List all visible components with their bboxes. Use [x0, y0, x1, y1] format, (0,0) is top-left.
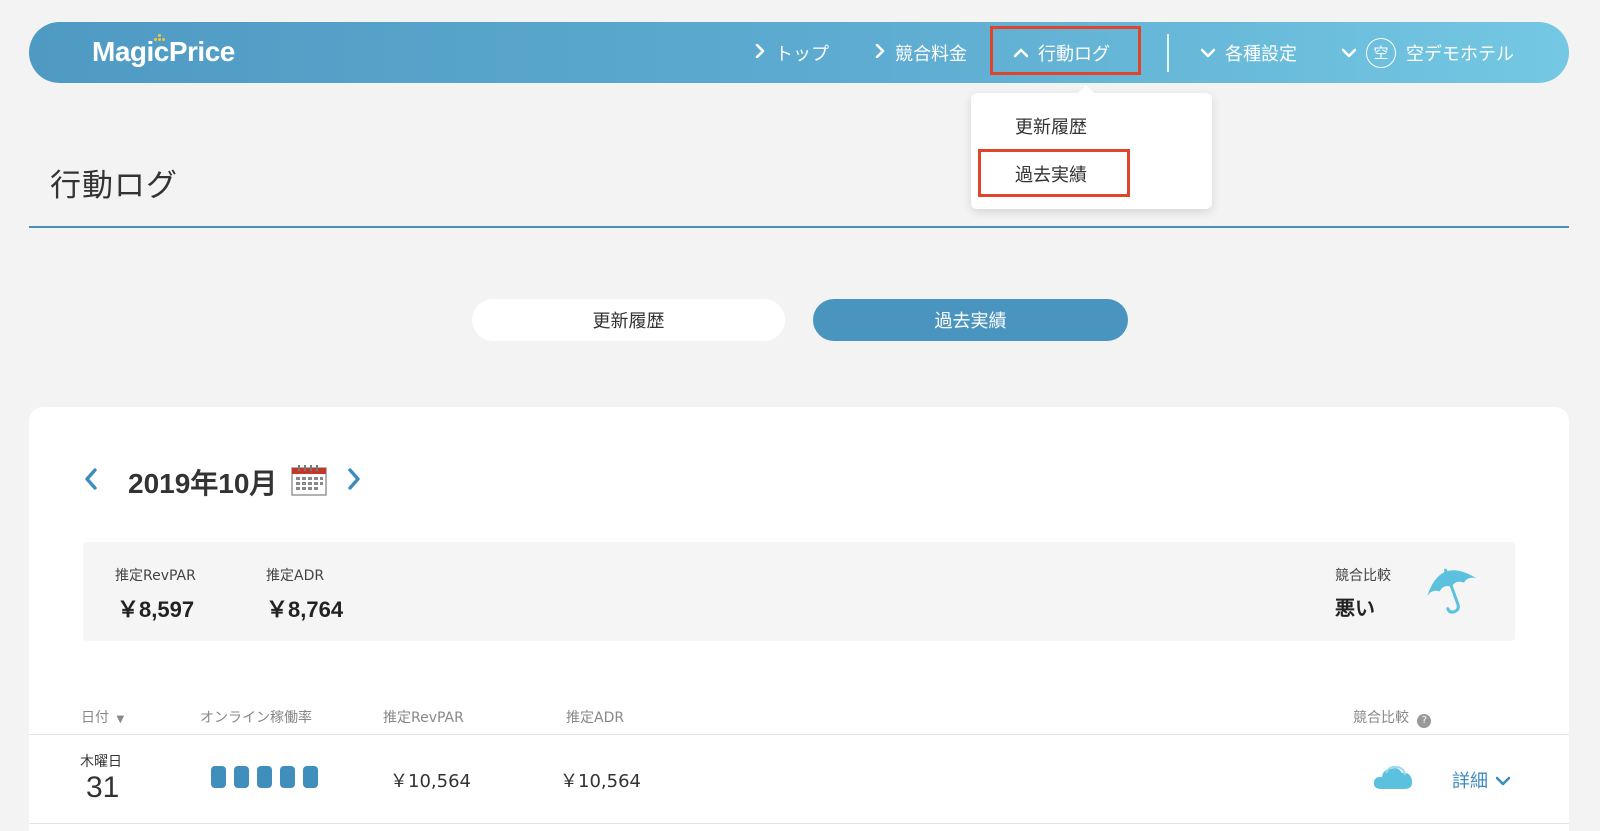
- month-navigator: 2019年10月: [84, 462, 361, 502]
- table-row-divider: [29, 823, 1569, 824]
- occupancy-bar: [280, 766, 295, 788]
- avatar: 空: [1366, 37, 1396, 68]
- help-icon[interactable]: ?: [1417, 714, 1432, 728]
- chevron-right-icon: [755, 42, 765, 63]
- nav-settings-label: 各種設定: [1225, 43, 1297, 65]
- summary-compare-value: 悪い: [1335, 598, 1375, 620]
- column-header-date-label: 日付: [81, 710, 109, 726]
- column-header-date[interactable]: 日付 ▼: [81, 707, 124, 727]
- column-header-compare: 競合比較 ?: [1353, 707, 1432, 728]
- occupancy-bars: [211, 766, 318, 788]
- row-revpar: ￥10,564: [390, 771, 471, 792]
- occupancy-bar: [303, 766, 318, 788]
- cloud-icon: [1372, 762, 1414, 796]
- column-header-compare-label: 競合比較: [1353, 710, 1409, 726]
- prev-month-button[interactable]: [84, 467, 98, 498]
- nav-top[interactable]: トップ: [755, 22, 829, 83]
- sort-caret-down-icon: ▼: [116, 714, 125, 725]
- column-header-online-rate: オンライン稼働率: [200, 710, 312, 726]
- page-title: 行動ログ: [50, 168, 178, 204]
- nav-hotel-account[interactable]: 空 空デモホテル: [1341, 22, 1514, 83]
- row-adr: ￥10,564: [560, 771, 641, 792]
- row-weekday: 木曜日: [80, 754, 122, 770]
- summary-adr-value: ￥8,764: [266, 597, 344, 622]
- tab-update-history[interactable]: 更新履歴: [472, 299, 785, 341]
- column-header-adr: 推定ADR: [566, 710, 625, 726]
- nav-competitor-rates-label: 競合料金: [895, 43, 967, 65]
- nav-settings[interactable]: 各種設定: [1200, 22, 1297, 83]
- chevron-down-icon: [1495, 770, 1511, 791]
- annotation-highlight-nav: [990, 26, 1141, 75]
- summary-revpar-label: 推定RevPAR: [115, 568, 196, 584]
- nav-top-label: トップ: [775, 43, 829, 65]
- top-nav-bar: MagicPrice トップ 競合料金 行動ログ 各種設定 空 空デモホテル: [29, 22, 1569, 83]
- row-detail-toggle[interactable]: 詳細: [1452, 767, 1511, 793]
- occupancy-bar: [257, 766, 272, 788]
- hotel-name: 空デモホテル: [1406, 43, 1514, 65]
- summary-revpar-value: ￥8,597: [117, 597, 195, 622]
- chevron-right-icon: [875, 42, 885, 63]
- annotation-highlight-dropdown: [978, 149, 1130, 197]
- nav-divider: [1167, 34, 1169, 72]
- row-day: 31: [86, 771, 120, 804]
- logo-sparkle-icon: [154, 34, 166, 42]
- table-header-divider: [29, 734, 1569, 735]
- tab-past-results[interactable]: 過去実績: [813, 299, 1128, 341]
- summary-compare-label: 競合比較: [1335, 568, 1391, 584]
- monthly-summary: 推定RevPAR ￥8,597 推定ADR ￥8,764 競合比較 悪い: [83, 542, 1515, 641]
- summary-adr-label: 推定ADR: [266, 568, 325, 584]
- next-month-button[interactable]: [347, 467, 361, 498]
- calendar-icon[interactable]: [291, 464, 328, 500]
- chevron-down-icon: [1200, 42, 1216, 63]
- dropdown-item-update-history[interactable]: 更新履歴: [1015, 113, 1087, 139]
- results-card: 2019年10月 推定RevPAR ￥8,597 推定ADR ￥8,764 競合…: [29, 407, 1569, 831]
- title-divider: [29, 226, 1569, 228]
- nav-competitor-rates[interactable]: 競合料金: [875, 22, 967, 83]
- occupancy-bar: [211, 766, 226, 788]
- month-label: 2019年10月: [128, 468, 278, 499]
- occupancy-bar: [234, 766, 249, 788]
- row-detail-label: 詳細: [1452, 771, 1488, 792]
- umbrella-icon: [1423, 560, 1481, 620]
- chevron-down-icon: [1341, 42, 1357, 63]
- column-header-revpar: 推定RevPAR: [383, 710, 464, 726]
